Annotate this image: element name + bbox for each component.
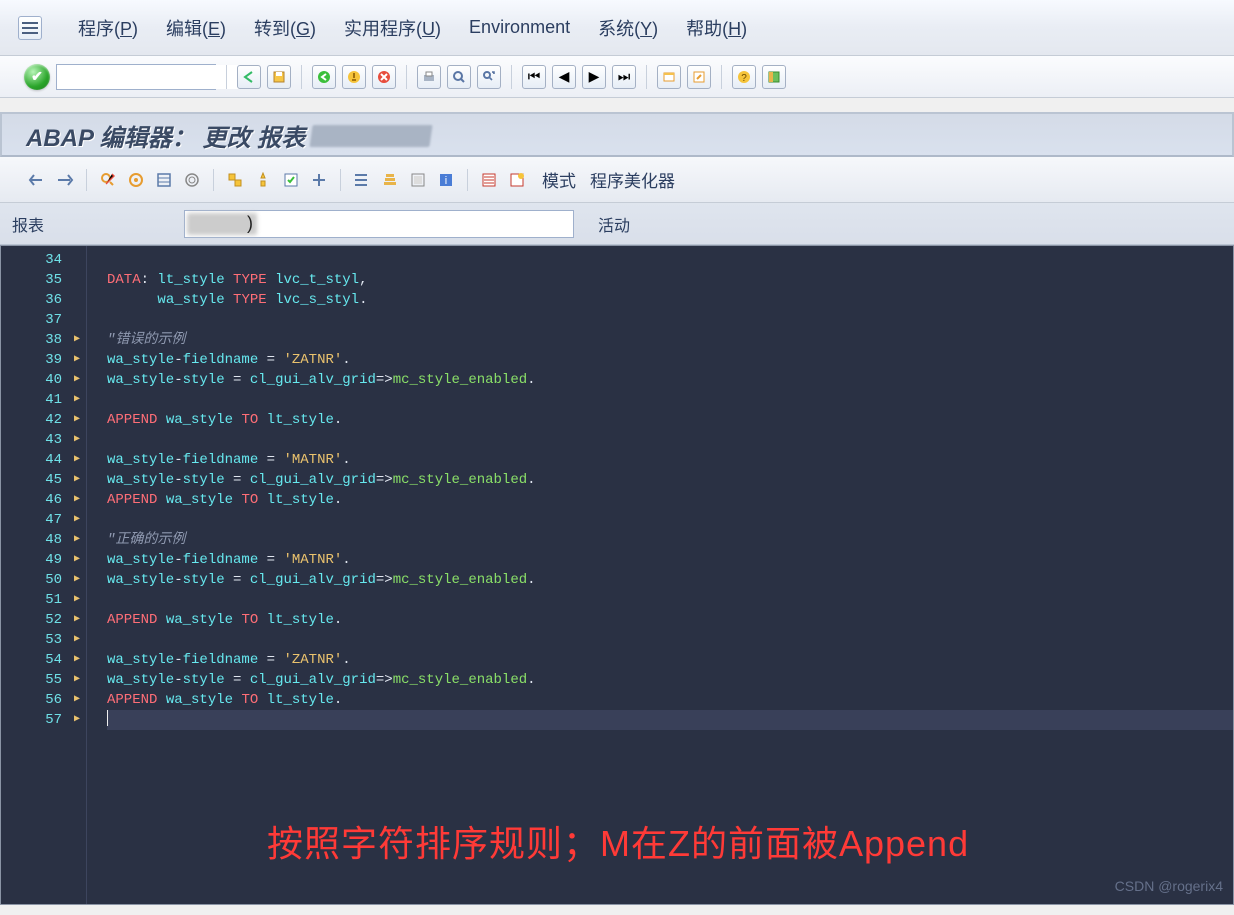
breakpoint-session-icon[interactable] bbox=[478, 169, 500, 191]
next-page-icon[interactable]: ▶ bbox=[582, 65, 606, 89]
find-icon[interactable] bbox=[447, 65, 471, 89]
separator-icon bbox=[721, 65, 722, 89]
back-icon[interactable] bbox=[237, 65, 261, 89]
back-green-icon[interactable] bbox=[312, 65, 336, 89]
separator-icon bbox=[226, 65, 227, 89]
help-info-icon[interactable]: i bbox=[435, 169, 457, 191]
next-arrow-icon[interactable] bbox=[54, 169, 76, 191]
help-icon[interactable]: ? bbox=[732, 65, 756, 89]
title-program-name bbox=[310, 125, 433, 147]
system-menu-icon[interactable] bbox=[18, 16, 42, 40]
watermark-text: CSDN @rogerix4 bbox=[1115, 876, 1223, 896]
separator-icon bbox=[301, 65, 302, 89]
menu-help[interactable]: 帮助(H) bbox=[686, 15, 747, 41]
menu-program[interactable]: 程序(P) bbox=[78, 15, 138, 41]
menu-environment[interactable]: Environment bbox=[469, 17, 570, 38]
layout-icon[interactable] bbox=[762, 65, 786, 89]
cancel-icon[interactable] bbox=[372, 65, 396, 89]
first-page-icon[interactable]: ⏮ bbox=[522, 65, 546, 89]
new-session-icon[interactable] bbox=[657, 65, 681, 89]
field-row: 报表 ) 活动 bbox=[0, 203, 1234, 245]
svg-text:?: ? bbox=[741, 73, 747, 84]
menu-edit[interactable]: 编辑(E) bbox=[166, 15, 226, 41]
title-bar: ABAP 编辑器： 更改 报表 bbox=[0, 112, 1234, 157]
title-text: ABAP 编辑器： 更改 报表 bbox=[26, 118, 305, 153]
save-icon[interactable] bbox=[267, 65, 291, 89]
pattern-button[interactable]: 模式 bbox=[542, 167, 576, 192]
last-page-icon[interactable]: ⏭ bbox=[612, 65, 636, 89]
menu-bar: 程序(P) 编辑(E) 转到(G) 实用程序(U) Environment 系统… bbox=[0, 0, 1234, 56]
svg-text:i: i bbox=[445, 175, 447, 187]
code-area[interactable]: DATA: lt_style TYPE lvc_t_styl, wa_style… bbox=[87, 246, 1233, 904]
menu-utilities[interactable]: 实用程序(U) bbox=[344, 15, 441, 41]
annotation-text: 按照字符排序规则；M在Z的前面被Append bbox=[267, 834, 969, 854]
display-change-icon[interactable] bbox=[97, 169, 119, 191]
separator-icon bbox=[213, 169, 214, 191]
where-used-icon[interactable] bbox=[308, 169, 330, 191]
activate-icon[interactable] bbox=[252, 169, 274, 191]
prev-page-icon[interactable]: ◀ bbox=[552, 65, 576, 89]
code-editor[interactable]: 3435363738▶39▶40▶41▶42▶43▶44▶45▶46▶47▶48… bbox=[0, 245, 1234, 905]
print-icon[interactable] bbox=[417, 65, 441, 89]
breakpoint-external-icon[interactable] bbox=[506, 169, 528, 191]
text-caret bbox=[107, 710, 108, 726]
enter-icon[interactable]: ✔ bbox=[24, 64, 50, 90]
menu-system[interactable]: 系统(Y) bbox=[598, 15, 658, 41]
report-label: 报表 bbox=[12, 212, 44, 236]
separator-icon bbox=[511, 65, 512, 89]
nav-stack-icon[interactable] bbox=[379, 169, 401, 191]
test-icon[interactable] bbox=[280, 169, 302, 191]
fullscreen-icon[interactable] bbox=[407, 169, 429, 191]
active-inactive-icon[interactable] bbox=[125, 169, 147, 191]
command-input[interactable] bbox=[57, 65, 245, 89]
line-number-gutter: 3435363738▶39▶40▶41▶42▶43▶44▶45▶46▶47▶48… bbox=[1, 246, 87, 904]
separator-icon bbox=[646, 65, 647, 89]
separator-icon bbox=[406, 65, 407, 89]
separator-icon bbox=[340, 169, 341, 191]
separator-icon bbox=[86, 169, 87, 191]
check-icon[interactable] bbox=[224, 169, 246, 191]
object-list-icon[interactable] bbox=[351, 169, 373, 191]
command-field[interactable] bbox=[56, 64, 216, 90]
enhance-icon[interactable] bbox=[181, 169, 203, 191]
prev-arrow-icon[interactable] bbox=[26, 169, 48, 191]
find-next-icon[interactable] bbox=[477, 65, 501, 89]
status-label: 活动 bbox=[598, 212, 630, 236]
report-name-input[interactable]: ) bbox=[184, 210, 574, 238]
shortcut-icon[interactable] bbox=[687, 65, 711, 89]
separator-icon bbox=[467, 169, 468, 191]
report-name-paren: ) bbox=[247, 213, 253, 234]
other-object-icon[interactable] bbox=[153, 169, 175, 191]
pretty-printer-button[interactable]: 程序美化器 bbox=[590, 167, 675, 192]
application-toolbar: i 模式 程序美化器 bbox=[0, 157, 1234, 203]
standard-toolbar: ✔ ⏮ ◀ ▶ ⏭ ? bbox=[0, 56, 1234, 98]
exit-icon[interactable] bbox=[342, 65, 366, 89]
menu-goto[interactable]: 转到(G) bbox=[254, 15, 316, 41]
